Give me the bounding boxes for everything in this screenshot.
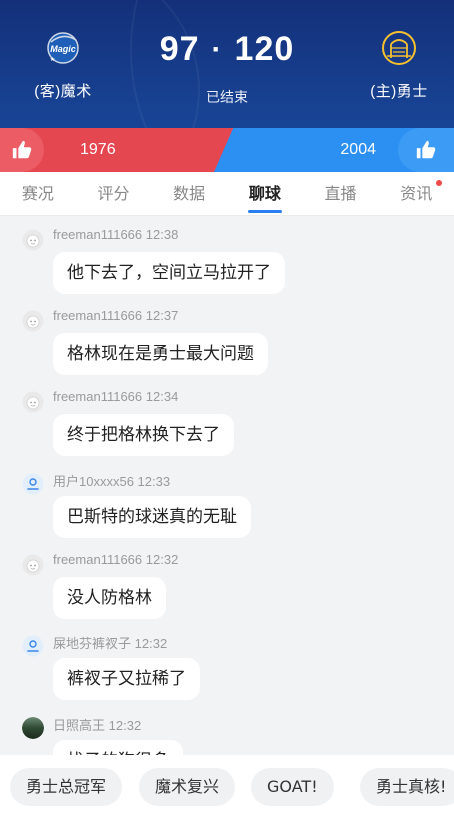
user-avatar-icon[interactable] bbox=[22, 635, 44, 657]
chat-list[interactable]: freeman111666 12:38 他下去了，空间立马拉开了 freeman… bbox=[0, 217, 454, 755]
score-separator: · bbox=[211, 32, 223, 66]
home-team-name: (主)勇士 bbox=[370, 83, 428, 100]
username[interactable]: 用户10xxxx56 bbox=[53, 474, 134, 489]
default-avatar-icon[interactable] bbox=[22, 310, 44, 332]
notification-dot bbox=[436, 180, 443, 186]
tab-live[interactable]: 直播 bbox=[303, 172, 379, 215]
warriors-logo-icon bbox=[382, 31, 416, 65]
message-bubble[interactable]: 没人防格林 bbox=[53, 577, 166, 619]
user-avatar-icon[interactable] bbox=[22, 473, 44, 495]
timestamp: 12:32 bbox=[134, 636, 168, 651]
away-team-name: (客)魔术 bbox=[34, 83, 92, 100]
tab-news-label: 资讯 bbox=[400, 184, 433, 203]
message-bubble[interactable]: 格林现在是勇士最大问题 bbox=[53, 333, 268, 375]
vote-bar: 1976 2004 bbox=[0, 128, 454, 172]
message-meta: freeman111666 12:32 bbox=[53, 552, 178, 567]
timestamp: 12:33 bbox=[137, 474, 171, 489]
timestamp: 12:32 bbox=[145, 552, 179, 567]
thumbs-up-icon bbox=[12, 140, 32, 159]
home-score: 120 bbox=[234, 30, 295, 68]
message-meta: freeman111666 12:37 bbox=[53, 308, 178, 323]
quick-reply-bar: 勇士总冠军 魔术复兴 GOAT! 勇士真核! bbox=[0, 755, 454, 821]
timestamp: 12:38 bbox=[145, 227, 179, 242]
message-meta: freeman111666 12:34 bbox=[53, 389, 178, 404]
quick-reply-chip[interactable]: 勇士总冠军 bbox=[10, 768, 123, 806]
photo-avatar-icon[interactable] bbox=[22, 717, 44, 739]
away-vote-count: 1976 bbox=[80, 141, 116, 158]
tab-chat[interactable]: 聊球 bbox=[227, 172, 303, 215]
tab-bar: 赛况 评分 数据 聊球 直播 资讯 bbox=[0, 172, 454, 216]
quick-reply-chip[interactable]: GOAT! bbox=[251, 768, 334, 806]
username[interactable]: freeman111666 bbox=[53, 552, 142, 567]
tab-stats[interactable]: 数据 bbox=[151, 172, 227, 215]
message-bubble[interactable]: 找子的狗很多 bbox=[53, 740, 183, 755]
message-bubble[interactable]: 终于把格林换下去了 bbox=[53, 414, 234, 456]
timestamp: 12:34 bbox=[145, 389, 179, 404]
username[interactable]: 日照高王 bbox=[53, 718, 105, 733]
quick-reply-chip[interactable]: 勇士真核! bbox=[360, 768, 454, 806]
message-bubble[interactable]: 裤衩子又拉稀了 bbox=[53, 658, 200, 700]
tab-game[interactable]: 赛况 bbox=[0, 172, 76, 215]
game-status: 已结束 bbox=[206, 90, 248, 106]
scoreboard: 97 · 120 已结束 bbox=[127, 30, 327, 107]
default-avatar-icon[interactable] bbox=[22, 554, 44, 576]
home-thumbs-up-button[interactable] bbox=[398, 128, 454, 172]
message-meta: 屎地芬裤衩子 12:32 bbox=[53, 633, 167, 652]
default-avatar-icon[interactable] bbox=[22, 229, 44, 251]
username[interactable]: freeman111666 bbox=[53, 389, 142, 404]
tab-ratings[interactable]: 评分 bbox=[76, 172, 152, 215]
away-team[interactable]: Magic (客)魔术 bbox=[8, 28, 118, 101]
svg-text:Magic: Magic bbox=[50, 44, 76, 54]
quick-reply-chip[interactable]: 魔术复兴 bbox=[139, 768, 236, 806]
timestamp: 12:32 bbox=[108, 718, 142, 733]
home-team[interactable]: (主)勇士 bbox=[344, 28, 454, 101]
username[interactable]: 屎地芬裤衩子 bbox=[53, 636, 131, 651]
message-meta: 用户10xxxx56 12:33 bbox=[53, 471, 170, 490]
tab-news[interactable]: 资讯 bbox=[378, 172, 454, 215]
username[interactable]: freeman111666 bbox=[53, 308, 142, 323]
thumbs-up-icon bbox=[416, 140, 436, 159]
magic-logo-icon: Magic bbox=[47, 32, 79, 64]
away-score: 97 bbox=[159, 30, 200, 68]
score-line: 97 · 120 bbox=[127, 30, 327, 69]
username[interactable]: freeman111666 bbox=[53, 227, 142, 242]
message-bubble[interactable]: 巴斯特的球迷真的无耻 bbox=[53, 496, 251, 538]
message-bubble[interactable]: 他下去了，空间立马拉开了 bbox=[53, 252, 285, 294]
home-vote-count: 2004 bbox=[340, 141, 376, 158]
message-meta: freeman111666 12:38 bbox=[53, 227, 178, 242]
message-meta: 日照高王 12:32 bbox=[53, 715, 141, 734]
timestamp: 12:37 bbox=[145, 308, 179, 323]
default-avatar-icon[interactable] bbox=[22, 391, 44, 413]
away-thumbs-up-button[interactable] bbox=[0, 128, 44, 172]
